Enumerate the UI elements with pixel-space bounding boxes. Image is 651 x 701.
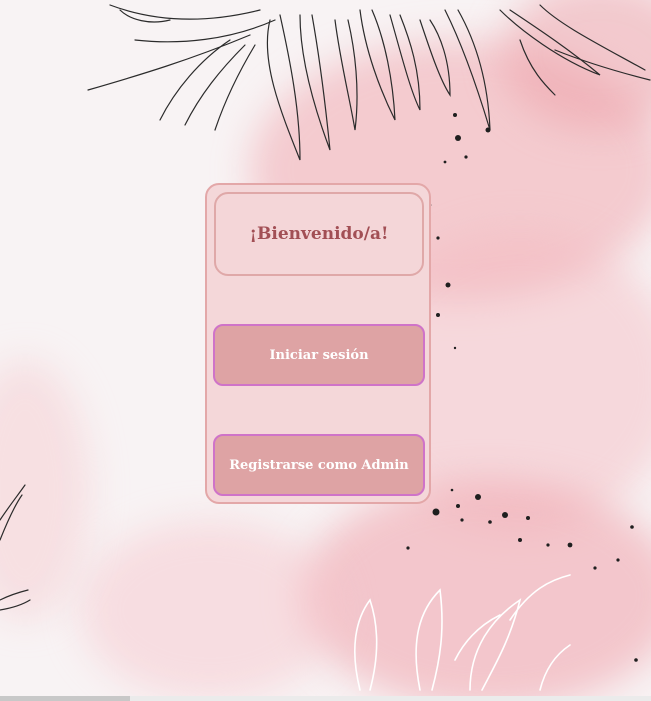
scrollbar-thumb[interactable] [0, 696, 130, 701]
login-button[interactable]: Iniciar sesión [213, 324, 425, 386]
register-admin-button[interactable]: Registrarse como Admin [213, 434, 425, 496]
horizontal-scrollbar[interactable] [0, 696, 651, 701]
welcome-heading: ¡Bienvenido/a! [214, 192, 424, 276]
welcome-card: ¡Bienvenido/a! Iniciar sesión Registrars… [205, 183, 431, 504]
page-background: ¡Bienvenido/a! Iniciar sesión Registrars… [0, 0, 651, 701]
